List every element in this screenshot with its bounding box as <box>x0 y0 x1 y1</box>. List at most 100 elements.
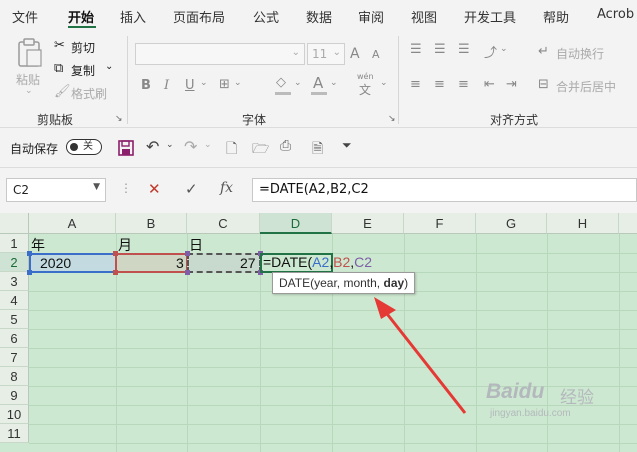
column-header-h[interactable]: H <box>547 213 619 234</box>
underline-dropdown-icon[interactable]: ⌄ <box>200 78 208 88</box>
align-top-icon[interactable]: ☰ <box>410 42 422 57</box>
cell-a2[interactable]: 2020 <box>40 255 71 271</box>
undo-dropdown-icon[interactable]: ⌄ <box>166 140 174 150</box>
clipboard-launcher-icon[interactable]: ↘ <box>115 114 123 124</box>
enter-icon[interactable]: ✓ <box>185 180 198 198</box>
increase-indent-icon[interactable]: ⇥ <box>506 77 517 92</box>
edit-ref-c2: C2 <box>354 254 373 270</box>
cell-c2[interactable]: 27 <box>240 255 256 271</box>
tab-view[interactable]: 视图 <box>411 7 437 26</box>
column-header-c[interactable]: C <box>187 213 260 234</box>
merge-center-label: 合并后居中 <box>556 80 617 94</box>
font-name-combo[interactable]: ⌄ <box>135 43 305 65</box>
cell-c1[interactable]: 日 <box>189 235 203 255</box>
autosave-toggle[interactable]: 关 <box>66 139 102 155</box>
copy-button[interactable]: ⧉ 复制 ⌄ <box>54 61 118 79</box>
phonetic-dropdown-icon[interactable]: ⌄ <box>380 78 388 88</box>
insert-function-button[interactable]: fx <box>220 180 233 196</box>
borders-icon[interactable]: ⊞ <box>219 77 230 92</box>
tab-developer[interactable]: 开发工具 <box>464 7 516 26</box>
row-header-2[interactable]: 2 <box>0 253 29 272</box>
ref-handle[interactable] <box>27 251 32 256</box>
italic-button[interactable]: I <box>164 78 169 93</box>
increase-font-icon[interactable]: A <box>350 46 360 62</box>
format-painter-button[interactable]: 🖌 格式刷 <box>54 84 114 102</box>
gridline <box>29 386 637 387</box>
wrap-text-button[interactable]: ↵ 自动换行 <box>538 44 628 62</box>
align-center-icon[interactable]: ≡ <box>434 77 445 92</box>
undo-icon[interactable]: ↶ <box>146 137 159 156</box>
ref-handle[interactable] <box>113 251 118 256</box>
column-header-d[interactable]: D <box>260 213 332 234</box>
cancel-icon[interactable]: ✕ <box>148 180 161 198</box>
open-folder-icon[interactable]: 🗁 <box>252 138 269 162</box>
bold-button[interactable]: B <box>141 78 151 93</box>
font-color-dropdown-icon[interactable]: ⌄ <box>330 78 338 88</box>
align-bottom-icon[interactable]: ☰ <box>458 42 470 57</box>
fill-color-icon[interactable]: ◇ <box>276 75 286 90</box>
row-header-1[interactable]: 1 <box>0 234 29 253</box>
tab-page-layout[interactable]: 页面布局 <box>173 7 225 26</box>
print-icon[interactable]: ⎙ <box>280 138 291 154</box>
print-preview-icon[interactable]: 🗎 <box>312 138 323 162</box>
fill-color-dropdown-icon[interactable]: ⌄ <box>294 78 302 88</box>
redo-dropdown-icon[interactable]: ⌄ <box>204 140 212 150</box>
column-header-a[interactable]: A <box>29 213 116 234</box>
tab-acrobat[interactable]: Acrob <box>597 7 634 22</box>
column-header-g[interactable]: G <box>476 213 547 234</box>
column-header-b[interactable]: B <box>116 213 187 234</box>
name-box[interactable]: C2 ▼ <box>6 178 106 202</box>
cell-b2[interactable]: 3 <box>176 255 184 271</box>
customize-qat-icon[interactable]: ⏷ <box>342 138 352 153</box>
column-header-e[interactable]: E <box>332 213 404 234</box>
row-header-5[interactable]: 5 <box>0 310 29 329</box>
cell-d2-editor[interactable]: =DATE(A2,B2,C2 <box>263 254 372 270</box>
row-header-6[interactable]: 6 <box>0 329 29 348</box>
align-left-icon[interactable]: ≡ <box>410 77 421 92</box>
row-header-4[interactable]: 4 <box>0 291 29 310</box>
merge-center-icon: ⊟ <box>538 77 549 92</box>
row-header-3[interactable]: 3 <box>0 272 29 291</box>
tab-file[interactable]: 文件 <box>12 7 38 26</box>
row-header-9[interactable]: 9 <box>0 386 29 405</box>
decrease-indent-icon[interactable]: ⇤ <box>484 77 495 92</box>
cell-b1[interactable]: 月 <box>118 235 132 255</box>
save-icon[interactable] <box>118 140 134 156</box>
tab-data[interactable]: 数据 <box>306 7 332 26</box>
formula-input[interactable]: =DATE(A2,B2,C2 <box>252 178 637 202</box>
toggle-knob <box>70 143 78 151</box>
font-launcher-icon[interactable]: ↘ <box>388 114 396 124</box>
row-header-7[interactable]: 7 <box>0 348 29 367</box>
function-argument-tooltip[interactable]: DATE(year, month, day) <box>272 272 416 294</box>
new-file-icon[interactable]: 🗋 <box>226 138 237 162</box>
tab-home[interactable]: 开始 <box>68 7 94 26</box>
align-middle-icon[interactable]: ☰ <box>434 42 446 57</box>
paste-button[interactable]: 粘贴 ⌄ <box>12 38 48 98</box>
merge-center-button[interactable]: ⊟ 合并后居中 <box>538 77 637 95</box>
ref-handle[interactable] <box>185 251 190 256</box>
tab-review[interactable]: 审阅 <box>358 7 384 26</box>
cell-a1[interactable]: 年 <box>31 235 45 255</box>
redo-icon[interactable]: ↷ <box>184 137 197 156</box>
tab-formulas[interactable]: 公式 <box>253 7 279 26</box>
orientation-dropdown-icon[interactable]: ⌄ <box>500 44 508 54</box>
column-header-f[interactable]: F <box>404 213 476 234</box>
borders-dropdown-icon[interactable]: ⌄ <box>234 78 242 88</box>
decrease-font-icon[interactable]: A <box>372 48 380 61</box>
ref-handle[interactable] <box>27 270 32 275</box>
font-size-combo[interactable]: 11 ⌄ <box>307 43 345 65</box>
phonetic-guide-button[interactable]: wén 文 <box>355 72 381 97</box>
select-all-corner[interactable] <box>0 213 29 234</box>
tab-help[interactable]: 帮助 <box>543 7 569 26</box>
underline-button[interactable]: U <box>185 78 195 93</box>
align-right-icon[interactable]: ≡ <box>458 77 469 92</box>
row-header-10[interactable]: 10 <box>0 405 29 424</box>
row-header-8[interactable]: 8 <box>0 367 29 386</box>
font-color-icon[interactable]: A <box>313 74 323 92</box>
tab-insert[interactable]: 插入 <box>120 7 146 26</box>
orientation-icon[interactable]: ⤴ <box>484 42 497 61</box>
cut-button[interactable]: ✂ 剪切 <box>54 38 114 56</box>
ref-handle[interactable] <box>113 270 118 275</box>
ref-handle[interactable] <box>185 270 190 275</box>
row-header-11[interactable]: 11 <box>0 424 29 443</box>
